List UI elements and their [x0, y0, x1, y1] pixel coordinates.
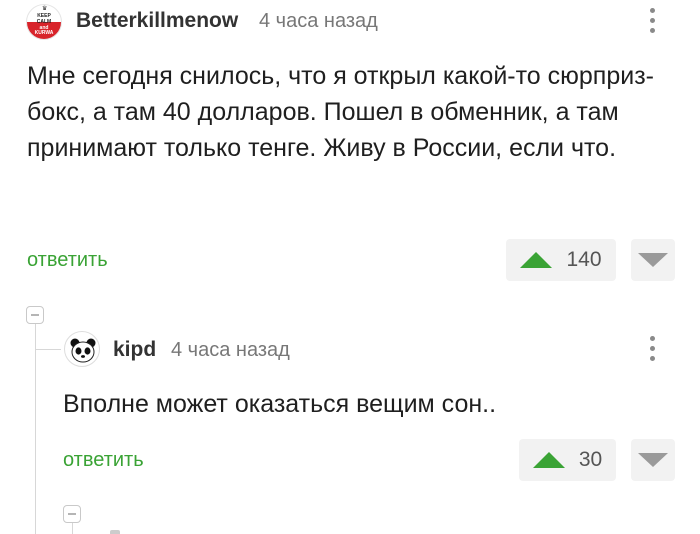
collapse-minus-icon — [68, 513, 76, 515]
thread-branch — [35, 349, 61, 350]
triangle-down-icon — [638, 453, 668, 467]
avatar[interactable] — [110, 530, 120, 534]
downvote-button[interactable] — [631, 239, 675, 281]
downvote-button[interactable] — [631, 439, 675, 481]
comment-text: Мне сегодня снилось, что я открыл какой-… — [27, 62, 654, 162]
author-name[interactable]: kipd — [113, 338, 156, 362]
collapse-thread-button[interactable] — [63, 505, 81, 523]
comment-time: 4 часа назад — [171, 339, 290, 361]
upvote-button[interactable]: 140 — [506, 239, 616, 281]
triangle-up-icon — [532, 452, 565, 468]
collapse-thread-button[interactable] — [26, 306, 44, 324]
comment-time: 4 часа назад — [259, 10, 378, 32]
upvote-button[interactable]: 30 — [519, 439, 616, 481]
reply-button[interactable]: ответить — [27, 249, 108, 272]
triangle-down-icon — [638, 253, 668, 267]
author-name[interactable]: Betterkillmenow — [76, 9, 238, 33]
rating-count: 30 — [578, 448, 603, 471]
panda-icon — [70, 338, 96, 363]
collapse-minus-icon — [31, 314, 39, 316]
crown-icon: ♛ — [42, 6, 48, 12]
avatar-text-line: KURWA — [34, 30, 54, 36]
more-options-icon[interactable] — [642, 336, 662, 361]
more-options-icon[interactable] — [642, 8, 662, 33]
avatar[interactable] — [64, 331, 100, 367]
rating-count: 140 — [566, 248, 602, 271]
triangle-up-icon — [520, 252, 553, 268]
avatar[interactable]: ♛ KEEP CALM and KURWA — [26, 4, 62, 40]
comment-text: Вполне может оказаться вещим сон.. — [63, 390, 497, 418]
reply-button[interactable]: ответить — [63, 449, 144, 472]
